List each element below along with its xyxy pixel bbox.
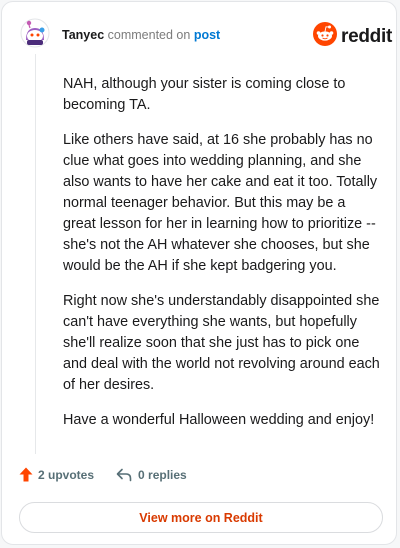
comment-paragraph: Have a wonderful Halloween wedding and e… <box>63 412 375 428</box>
reddit-snoo-icon <box>313 22 337 51</box>
comment-header: Tanyec commented on post <box>62 28 220 42</box>
view-more-button[interactable]: View more on Reddit <box>19 502 383 533</box>
replies-button[interactable]: 0 replies <box>116 468 187 482</box>
upvote-button[interactable]: 2 upvotes <box>19 467 94 482</box>
comment-paragraph: Like others have said, at 16 she probabl… <box>63 132 378 274</box>
author-name[interactable]: Tanyec <box>62 28 104 42</box>
avatar[interactable] <box>20 18 50 48</box>
reddit-wordmark: reddit <box>341 25 392 47</box>
thread-line <box>35 54 36 454</box>
comment-paragraph: Right now she's understandably disappoin… <box>63 293 380 393</box>
replies-count: 0 replies <box>138 467 187 482</box>
reply-arrow-icon <box>116 468 132 482</box>
embedded-comment-card: Tanyec commented on post reddit NAH, alt… <box>1 1 397 545</box>
comment-paragraph: NAH, although your sister is coming clos… <box>63 76 346 113</box>
upvote-arrow-icon <box>19 467 33 482</box>
comment-actions: 2 upvotes 0 replies <box>19 467 187 482</box>
upvote-count: 2 upvotes <box>38 467 95 482</box>
post-link[interactable]: post <box>194 28 220 42</box>
action-text: commented on <box>107 28 191 42</box>
reddit-logo[interactable]: reddit <box>313 22 392 51</box>
comment-body: NAH, although your sister is coming clos… <box>63 74 381 445</box>
